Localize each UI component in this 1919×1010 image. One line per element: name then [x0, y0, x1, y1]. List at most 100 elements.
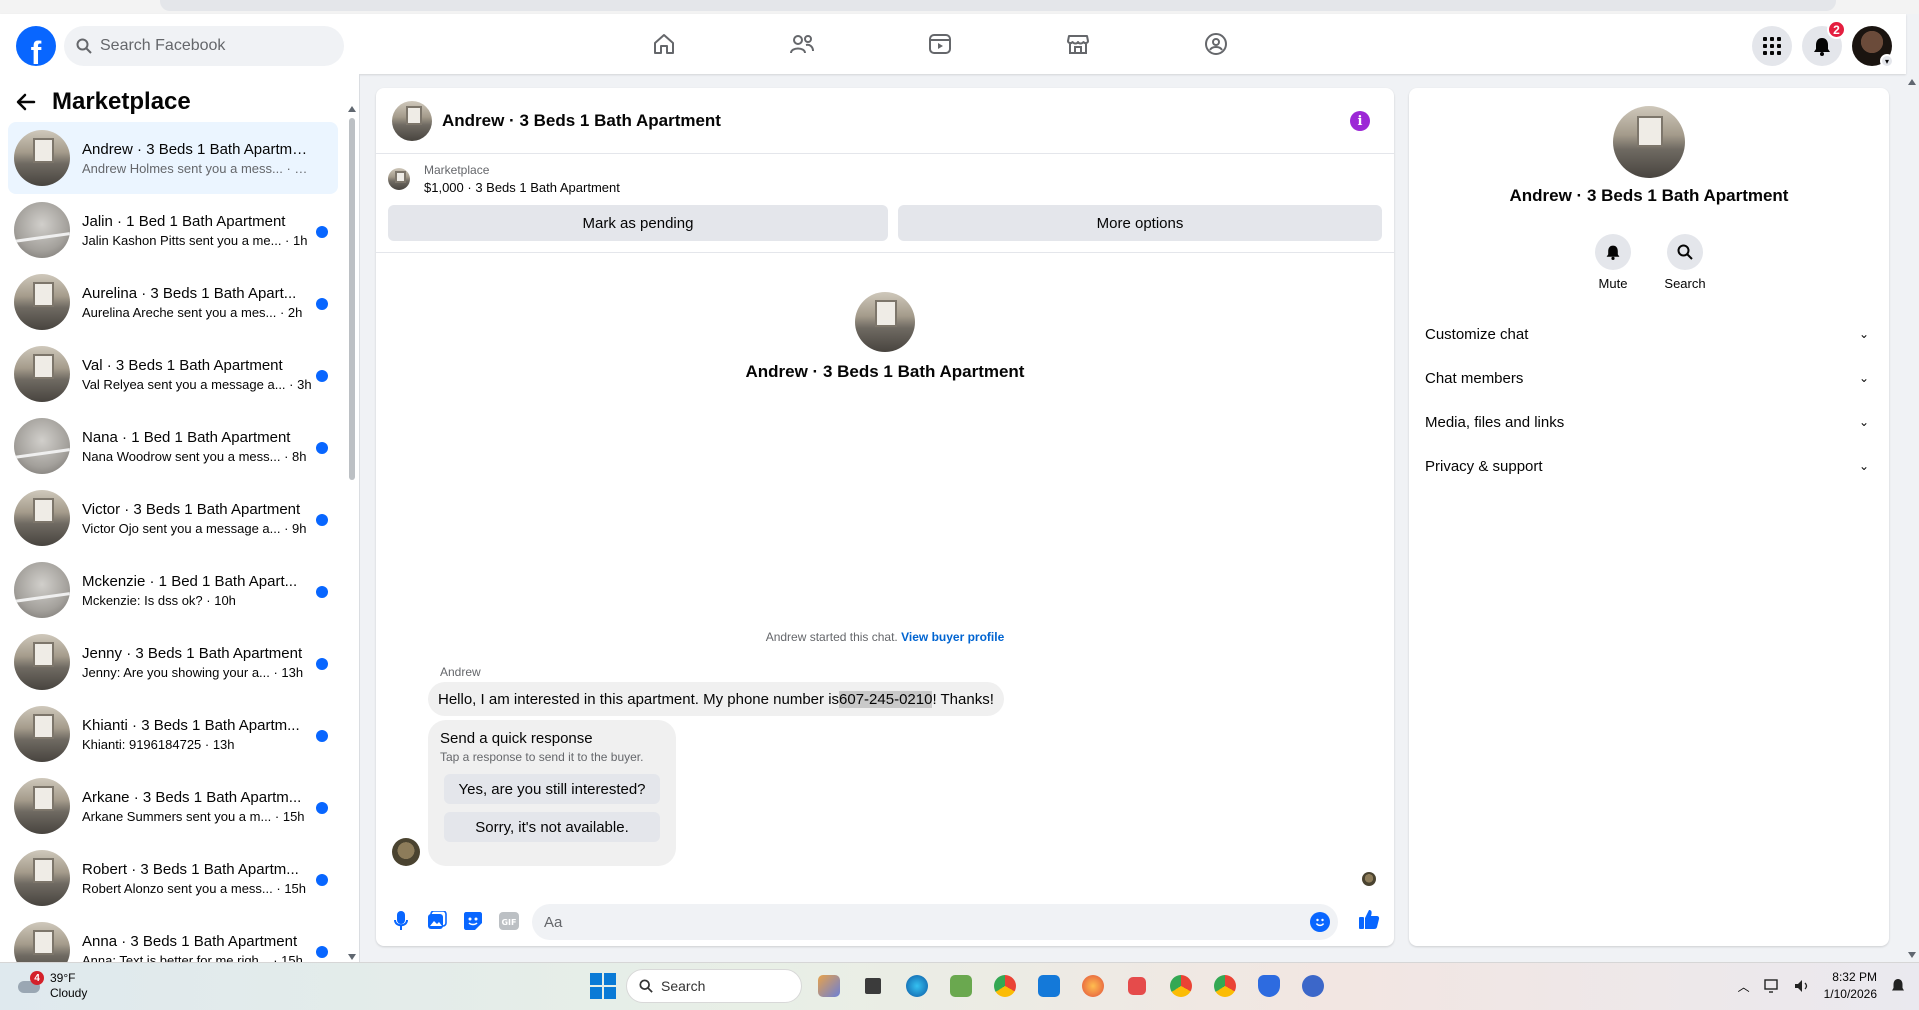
video-icon: [929, 34, 951, 54]
menu-button[interactable]: [1752, 26, 1792, 66]
chrome-browser-icon[interactable]: [988, 969, 1022, 1003]
unread-dot-icon: [316, 802, 328, 814]
firefox-browser-icon[interactable]: [1076, 969, 1110, 1003]
address-bar[interactable]: [160, 0, 1836, 11]
started-text: Andrew started this chat.: [765, 630, 898, 644]
details-avatar[interactable]: [1613, 106, 1685, 178]
gif-icon[interactable]: GIF: [498, 910, 520, 932]
conversation-item[interactable]: Khianti · 3 Beds 1 Bath Apartm... Khianti…: [8, 698, 338, 770]
scroll-up-arrow-icon[interactable]: [348, 106, 356, 112]
app-script-icon[interactable]: [1032, 969, 1066, 1003]
scroll-down-arrow-icon[interactable]: [348, 954, 356, 960]
listing-info[interactable]: Marketplace $1,000 · 3 Beds 1 Bath Apart…: [388, 163, 620, 195]
unread-dot-icon: [316, 226, 328, 238]
page-scroll-down-arrow-icon[interactable]: [1908, 952, 1916, 958]
search-input[interactable]: [100, 37, 320, 55]
vpn-shield-icon[interactable]: [1252, 969, 1286, 1003]
emoji-icon[interactable]: [1310, 912, 1330, 932]
clock[interactable]: 8:32 PM 1/10/2026: [1824, 969, 1877, 1003]
section-privacy-support[interactable]: Privacy & support ⌄: [1417, 444, 1881, 488]
network-icon[interactable]: [1763, 979, 1780, 993]
nav-friends[interactable]: [778, 28, 826, 60]
microphone-icon[interactable]: [390, 910, 412, 932]
chevron-up-icon[interactable]: ︿: [1738, 978, 1750, 995]
page-scroll-up-arrow-icon[interactable]: [1908, 79, 1916, 85]
nav-home[interactable]: [640, 28, 688, 60]
section-chat-members[interactable]: Chat members ⌄: [1417, 356, 1881, 400]
messaging-app-icon[interactable]: [1296, 969, 1330, 1003]
nav-video[interactable]: [916, 28, 964, 60]
unread-dot-icon: [316, 586, 328, 598]
marketplace-sidebar: Marketplace Andrew · 3 Beds 1 Bath Apart…: [0, 74, 360, 964]
conversation-item[interactable]: Val · 3 Beds 1 Bath Apartment Val Relyea …: [8, 338, 338, 410]
chat-title[interactable]: Andrew · 3 Beds 1 Bath Apartment: [442, 111, 721, 131]
sidebar-scrollbar[interactable]: [348, 104, 356, 964]
conversation-item[interactable]: Jalin · 1 Bed 1 Bath Apartment Jalin Kash…: [8, 194, 338, 266]
more-options-button[interactable]: More options: [898, 205, 1382, 241]
conversation-preview: Robert Alonzo sent you a mess... · 15h: [82, 880, 307, 896]
quick-response-yes-button[interactable]: Yes, are you still interested?: [444, 774, 660, 804]
message-input[interactable]: [544, 913, 1284, 931]
chat-avatar[interactable]: [392, 100, 432, 141]
conversation-item[interactable]: Arkane · 3 Beds 1 Bath Apartm... Arkane S…: [8, 770, 338, 842]
search-conversation-button[interactable]: Search: [1664, 234, 1706, 291]
mute-button[interactable]: Mute: [1595, 234, 1631, 291]
conversation-name: Jenny · 3 Beds 1 Bath Apartment: [82, 644, 303, 662]
conversation-item[interactable]: Mckenzie · 1 Bed 1 Bath Apart... Mckenzie…: [8, 554, 338, 626]
edge-browser-icon[interactable]: [900, 969, 934, 1003]
conversation-item[interactable]: Robert · 3 Beds 1 Bath Apartm... Robert A…: [8, 842, 338, 914]
notifications-button[interactable]: 2: [1802, 20, 1846, 66]
notification-badge: 2: [1827, 20, 1846, 39]
photo-icon[interactable]: [426, 910, 448, 932]
snipping-tool-icon[interactable]: [1120, 969, 1154, 1003]
unread-dot-icon: [316, 370, 328, 382]
header-actions: 2 ▾: [1752, 20, 1894, 68]
taskbar-apps: Search: [590, 969, 1330, 1003]
spreadsheet-app-icon[interactable]: [944, 969, 978, 1003]
conversation-thumbnail: [14, 274, 70, 330]
task-view-icon[interactable]: [856, 969, 890, 1003]
quick-response-sorry-button[interactable]: Sorry, it's not available.: [444, 812, 660, 842]
conversation-name: Khianti · 3 Beds 1 Bath Apartm...: [82, 716, 300, 734]
info-icon[interactable]: i: [1350, 111, 1370, 131]
chrome-profile-2-icon[interactable]: [1208, 969, 1242, 1003]
volume-icon[interactable]: [1794, 979, 1810, 993]
conversation-item[interactable]: Nana · 1 Bed 1 Bath Apartment Nana Woodro…: [8, 410, 338, 482]
facebook-logo-icon[interactable]: f: [16, 26, 56, 66]
conversation-item[interactable]: Victor · 3 Beds 1 Bath Apartment Victor O…: [8, 482, 338, 554]
nav-groups[interactable]: [1192, 28, 1240, 60]
section-customize-chat[interactable]: Customize chat ⌄: [1417, 312, 1881, 356]
facebook-search[interactable]: [64, 26, 344, 66]
chevron-down-icon: ⌄: [1858, 371, 1869, 385]
scrollbar-thumb[interactable]: [349, 118, 355, 480]
windows-start-icon[interactable]: [590, 973, 616, 999]
widgets-icon[interactable]: [812, 969, 846, 1003]
nav-marketplace[interactable]: [1054, 28, 1102, 60]
conversation-list[interactable]: Andrew · 3 Beds 1 Bath Apartment Andrew H…: [8, 122, 338, 962]
conversation-item[interactable]: Anna · 3 Beds 1 Bath Apartment Anna: Text…: [8, 914, 338, 962]
view-buyer-profile-link[interactable]: View buyer profile: [901, 630, 1004, 644]
sticker-icon[interactable]: [462, 910, 484, 932]
phone-number[interactable]: 607-245-0210: [839, 690, 933, 708]
message-input-wrapper[interactable]: [532, 904, 1338, 940]
sender-avatar[interactable]: [392, 838, 420, 866]
conversation-item[interactable]: Aurelina · 3 Beds 1 Bath Apart... Aurelin…: [8, 266, 338, 338]
groups-icon: [1205, 33, 1227, 55]
taskbar-search[interactable]: Search: [626, 969, 802, 1003]
conversation-name: Anna · 3 Beds 1 Bath Apartment: [82, 932, 298, 950]
conversation-item[interactable]: Jenny · 3 Beds 1 Bath Apartment Jenny: Ar…: [8, 626, 338, 698]
profile-avatar[interactable]: ▾: [1852, 26, 1894, 68]
chrome-profile-icon[interactable]: [1164, 969, 1198, 1003]
mark-pending-button[interactable]: Mark as pending: [388, 205, 888, 241]
chevron-down-icon: ⌄: [1858, 327, 1869, 341]
thumbs-up-icon[interactable]: [1358, 908, 1380, 935]
back-arrow-icon[interactable]: [16, 92, 36, 112]
conversation-thumbnail: [14, 634, 70, 690]
conversation-item[interactable]: Andrew · 3 Beds 1 Bath Apartment Andrew H…: [8, 122, 338, 194]
weather-widget[interactable]: 4 39°F Cloudy: [16, 971, 87, 1001]
message-bubble[interactable]: Hello, I am interested in this apartment…: [428, 682, 1004, 716]
section-label: Media, files and links: [1425, 413, 1565, 431]
notification-center-icon[interactable]: [1891, 978, 1905, 994]
conversation-name: Robert · 3 Beds 1 Bath Apartm...: [82, 860, 299, 878]
section-media-files-links[interactable]: Media, files and links ⌄: [1417, 400, 1881, 444]
